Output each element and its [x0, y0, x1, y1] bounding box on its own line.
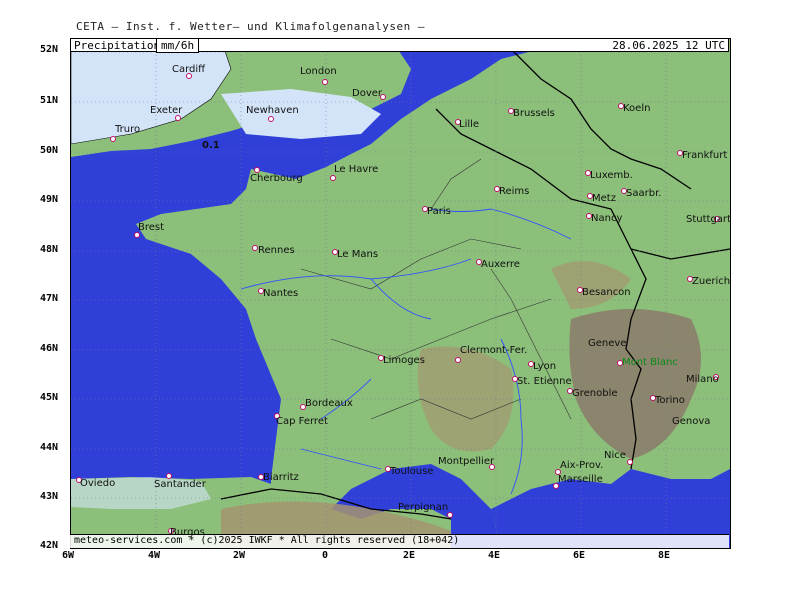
lon-tick-4w: 4W [148, 550, 161, 561]
city-genova: Genova [672, 416, 711, 427]
city-koeln: Koeln [623, 103, 651, 114]
city-dover: Dover [352, 88, 382, 99]
city-exeter: Exeter [150, 105, 183, 116]
copyright-text: meteo-services.com * (c)2025 IWKF * All … [74, 535, 460, 546]
city-montpellier: Montpellier [438, 456, 495, 467]
valid-datetime: 28.06.2025 12 UTC [612, 39, 725, 52]
city-geneve: Geneve [588, 338, 627, 349]
city-marseille: Marseille [558, 474, 603, 485]
lat-tick-46n: 46N [40, 343, 59, 354]
city-luxemb: Luxemb. [590, 170, 633, 181]
city-stuttgart: Stuttgart [686, 214, 731, 225]
city-nice: Nice [604, 450, 626, 461]
lat-tick-44n: 44N [40, 442, 59, 453]
city-st-etienne: St. Etienne [517, 376, 572, 387]
city-nantes: Nantes [263, 288, 299, 299]
map-header-title: CETA – Inst. f. Wetter– und Klimafolgena… [76, 20, 426, 33]
city-newhaven: Newhaven [246, 105, 299, 116]
city-cherbourg: Cherbourg [250, 173, 303, 184]
city-auxerre: Auxerre [481, 259, 520, 270]
city-cap-ferret: Cap Ferret [276, 416, 328, 427]
unit-label: mm/6h [156, 38, 200, 53]
city-limoges: Limoges [383, 355, 425, 366]
city-truro: Truro [115, 124, 141, 135]
city-oviedo: Oviedo [80, 478, 116, 489]
city-mont-blanc: Mont Blanc [622, 357, 678, 368]
city-clermont: Clermont-Fer. [460, 345, 528, 356]
city-paris: Paris [427, 206, 451, 217]
lon-tick-8e: 8E [658, 550, 671, 561]
precip-contour-label: 0.1 [202, 140, 220, 151]
city-santander: Santander [154, 479, 206, 490]
lon-tick-2w: 2W [233, 550, 246, 561]
city-aix-prov: Aix-Prov. [560, 460, 604, 471]
city-brest: Brest [138, 222, 165, 233]
city-rennes: Rennes [258, 245, 295, 256]
lon-tick-0: 0 [322, 550, 329, 561]
city-burgos: Burgos [170, 527, 205, 538]
lon-tick-6e: 6E [573, 550, 586, 561]
lon-tick-4e: 4E [488, 550, 501, 561]
city-frankfurt: Frankfurt [682, 150, 728, 161]
city-besancon: Besancon [582, 287, 631, 298]
city-lille: Lille [459, 119, 480, 130]
city-brussels: Brussels [513, 108, 555, 119]
lat-tick-42n: 42N [40, 540, 59, 551]
lat-tick-50n: 50N [40, 145, 59, 156]
lat-tick-43n: 43N [40, 491, 59, 502]
lon-tick-6w: 6W [62, 550, 75, 561]
lon-tick-2e: 2E [403, 550, 416, 561]
copyright-footer: meteo-services.com * (c)2025 IWKF * All … [70, 534, 729, 548]
city-reims: Reims [499, 186, 530, 197]
city-le-mans: Le Mans [337, 249, 379, 260]
city-perpignan: Perpignan [398, 502, 449, 513]
city-grenoble: Grenoble [572, 388, 618, 399]
city-bordeaux: Bordeaux [305, 398, 353, 409]
city-toulouse: Toulouse [390, 466, 434, 477]
lat-tick-51n: 51N [40, 95, 59, 106]
city-milano: Milano [686, 374, 719, 385]
lat-tick-47n: 47N [40, 293, 59, 304]
lat-tick-52n: 52N [40, 44, 59, 55]
city-nancy: Nancy [591, 213, 623, 224]
city-saarbr: Saarbr. [626, 188, 662, 199]
city-le-havre: Le Havre [334, 164, 379, 175]
city-zuerich: Zuerich [692, 276, 731, 287]
lat-tick-48n: 48N [40, 244, 59, 255]
lat-tick-45n: 45N [40, 392, 59, 403]
city-lyon: Lyon [533, 361, 557, 372]
city-biarritz: Biarritz [263, 472, 299, 483]
parameter-label-bar: Precipitation mm/6h 28.06.2025 12 UTC [70, 38, 729, 53]
city-cardiff: Cardiff [172, 64, 206, 75]
city-metz: Metz [592, 193, 616, 204]
city-london: London [300, 66, 337, 77]
lat-tick-49n: 49N [40, 194, 59, 205]
city-torino: Torino [655, 395, 685, 406]
parameter-name: Precipitation [74, 39, 161, 52]
